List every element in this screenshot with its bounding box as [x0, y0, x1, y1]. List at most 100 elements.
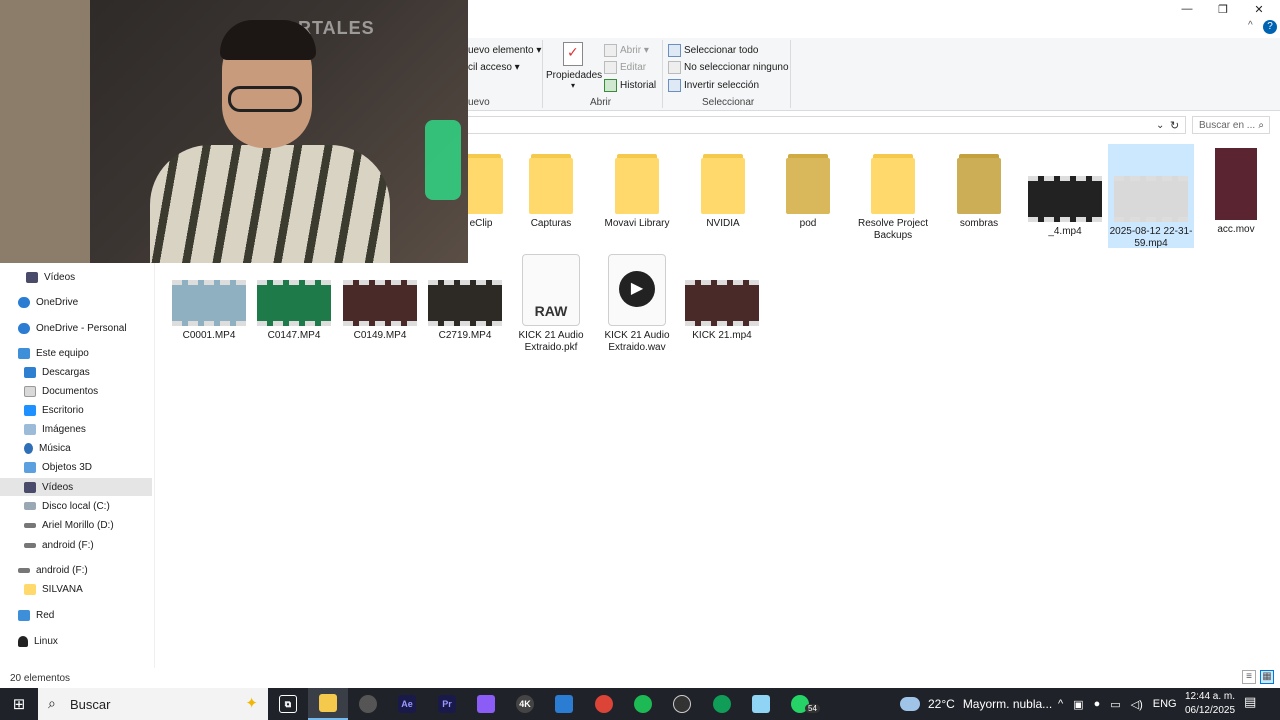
purple-app-icon[interactable]: [466, 688, 506, 720]
weather-widget[interactable]: 22°C Mayorm. nubla...: [900, 688, 1052, 720]
notepad-icon[interactable]: [741, 688, 781, 720]
edit-button[interactable]: Editar: [604, 59, 646, 75]
sparkle-icon: ✦: [245, 695, 258, 712]
notification-icon[interactable]: ▤: [1244, 694, 1256, 710]
nav-item-videos-quick[interactable]: Vídeos: [0, 268, 152, 286]
video-thumbnail: [1215, 148, 1257, 220]
file-item-video[interactable]: C0001.MP4: [166, 280, 252, 342]
folder-icon: [701, 154, 745, 214]
nav-item-disk-c[interactable]: Disco local (C:): [0, 497, 152, 515]
file-item-video[interactable]: KICK 21.mp4: [679, 280, 765, 342]
file-item-video[interactable]: acc.mov: [1193, 148, 1279, 236]
nav-item-android-f-root[interactable]: android (F:): [0, 561, 152, 579]
history-button[interactable]: Historial: [604, 77, 656, 93]
search-icon: ⌕: [1258, 120, 1264, 131]
file-item-folder[interactable]: NVIDIA: [680, 148, 766, 230]
easy-access-button[interactable]: cil acceso ▾: [468, 59, 520, 75]
properties-icon: [563, 42, 583, 66]
chrome-profile-icon[interactable]: [702, 688, 742, 720]
maximize-button[interactable]: ❐: [1205, 0, 1241, 18]
4k-downloader-icon[interactable]: 4K: [505, 688, 545, 720]
nav-item-videos[interactable]: Vídeos: [0, 478, 152, 496]
chevron-up-icon[interactable]: ^: [1058, 698, 1063, 710]
group-label-select: Seleccionar: [702, 97, 755, 108]
file-item-folder[interactable]: sombras: [936, 148, 1022, 230]
file-item-video[interactable]: _4.mp4: [1022, 148, 1108, 238]
nav-item-label: Música: [39, 442, 71, 454]
close-button[interactable]: ✕: [1241, 0, 1277, 18]
minimize-button[interactable]: —: [1169, 0, 1205, 18]
file-item-video-selected[interactable]: 2025-08-12 22-31-59.mp4: [1108, 144, 1194, 249]
remote-desktop-icon[interactable]: [544, 688, 584, 720]
nav-item-this-pc[interactable]: Este equipo: [0, 344, 152, 362]
file-item-folder[interactable]: Resolve Project Backups: [850, 148, 936, 242]
group-label-open: Abrir: [590, 97, 612, 108]
refresh-icon[interactable]: ↻: [1170, 116, 1184, 134]
nav-item-3d-objects[interactable]: Objetos 3D: [0, 458, 152, 476]
nav-item-linux[interactable]: Linux: [0, 632, 152, 650]
folder-icon: [786, 154, 830, 214]
nav-item-pictures[interactable]: Imágenes: [0, 420, 152, 438]
search-input[interactable]: Buscar en ... ⌕: [1192, 116, 1270, 134]
cloud-icon: [900, 697, 920, 711]
windows-start-icon[interactable]: ⊞: [0, 688, 38, 720]
raw-audio-icon: RAW: [522, 254, 580, 326]
spotify-icon[interactable]: [623, 688, 663, 720]
meet-now-icon[interactable]: ▣: [1073, 698, 1083, 711]
ribbon-divider: [542, 40, 543, 108]
invert-selection-button[interactable]: Invertir selección: [668, 77, 759, 93]
microphone-icon[interactable]: ●: [1094, 698, 1101, 710]
clock[interactable]: 12:44 a. m. 06/12/2025: [1184, 690, 1236, 718]
nav-item-network[interactable]: Red: [0, 606, 152, 624]
folder-icon: [871, 154, 915, 214]
file-explorer-icon[interactable]: [308, 688, 348, 720]
open-button[interactable]: Abrir ▾: [604, 42, 649, 58]
network-icon[interactable]: ▭: [1110, 698, 1120, 711]
davinci-resolve-icon[interactable]: [348, 688, 388, 720]
video-thumbnail: [257, 280, 331, 326]
open-icon: [604, 43, 617, 57]
select-all-button[interactable]: Seleccionar todo: [668, 42, 759, 58]
file-item-folder[interactable]: Capturas: [508, 148, 594, 230]
search-placeholder: Buscar en ...: [1199, 119, 1256, 131]
file-item-video[interactable]: C2719.MP4: [422, 280, 508, 342]
nav-item-label: Descargas: [42, 366, 90, 378]
task-view-icon[interactable]: ⧉: [268, 688, 308, 720]
nav-item-silvana[interactable]: SILVANA: [0, 580, 152, 598]
file-item-video[interactable]: C0149.MP4: [337, 280, 423, 342]
volume-icon[interactable]: ◁): [1131, 698, 1143, 711]
large-icons-view-icon[interactable]: ▦: [1260, 670, 1274, 684]
nav-item-android-f[interactable]: android (F:): [0, 536, 152, 554]
drive-icon: [24, 542, 36, 548]
collapse-ribbon-icon[interactable]: ^: [1248, 20, 1253, 31]
properties-button[interactable]: Propiedades ▾: [546, 42, 602, 90]
file-item-folder[interactable]: Movavi Library: [594, 148, 680, 230]
nav-item-music[interactable]: Música: [0, 439, 152, 457]
chevron-down-icon[interactable]: ⌄: [1156, 116, 1168, 134]
nav-item-downloads[interactable]: Descargas: [0, 363, 152, 381]
premiere-icon[interactable]: Pr: [427, 688, 467, 720]
nav-item-onedrive[interactable]: OneDrive: [0, 293, 152, 311]
navigation-pane: Vídeos OneDrive OneDrive - Personal Este…: [0, 263, 155, 668]
obs-icon[interactable]: [662, 688, 702, 720]
nav-item-documents[interactable]: Documentos: [0, 382, 152, 400]
network-icon: [18, 609, 30, 621]
help-icon[interactable]: ?: [1263, 20, 1277, 34]
nav-item-label: Objetos 3D: [42, 461, 93, 473]
nav-item-desktop[interactable]: Escritorio: [0, 401, 152, 419]
file-item-raw[interactable]: RAW KICK 21 Audio Extraido.pkf: [508, 254, 594, 354]
file-item-folder[interactable]: pod: [765, 148, 851, 230]
after-effects-icon[interactable]: Ae: [387, 688, 427, 720]
file-item-audio[interactable]: ▶ KICK 21 Audio Extraido.wav: [594, 254, 680, 354]
nav-item-label: Escritorio: [42, 404, 84, 416]
webcam-person-glasses: [228, 86, 302, 112]
new-item-button[interactable]: uevo elemento ▾: [468, 42, 541, 58]
language-indicator[interactable]: ENG: [1153, 698, 1177, 710]
chrome-icon[interactable]: [584, 688, 624, 720]
taskbar-search[interactable]: ⌕ Buscar ✦: [38, 688, 268, 720]
file-item-video[interactable]: C0147.MP4: [251, 280, 337, 342]
nav-item-onedrive-personal[interactable]: OneDrive - Personal: [0, 319, 152, 337]
nav-item-disk-d[interactable]: Ariel Morillo (D:): [0, 516, 152, 534]
details-view-icon[interactable]: ≡: [1242, 670, 1256, 684]
select-none-button[interactable]: No seleccionar ninguno: [668, 59, 789, 75]
